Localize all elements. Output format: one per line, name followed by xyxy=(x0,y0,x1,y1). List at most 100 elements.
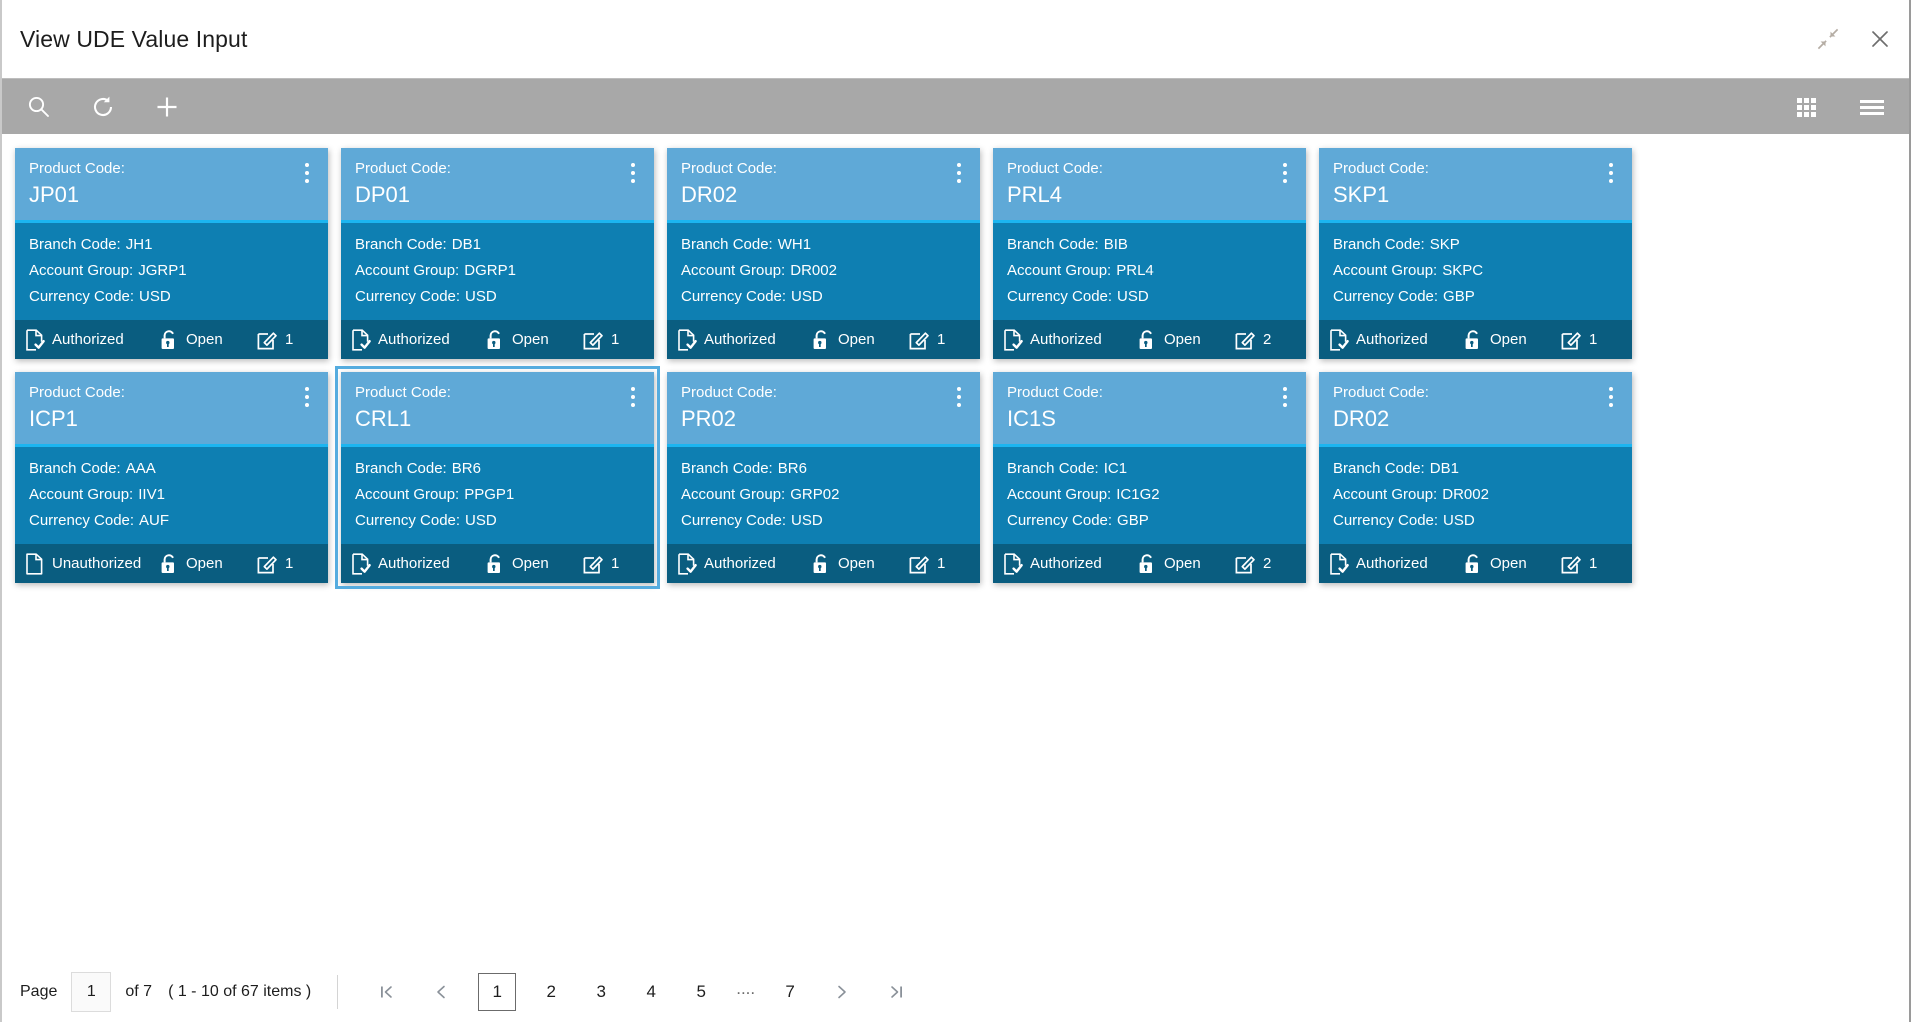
account-group-row: Account Group: PRL4 xyxy=(1007,258,1292,284)
more-options-icon[interactable] xyxy=(1602,385,1620,409)
more-options-icon[interactable] xyxy=(1602,161,1620,185)
record-status[interactable]: Open xyxy=(1463,553,1561,575)
record-status[interactable]: Open xyxy=(1137,329,1235,351)
account-group-row: Account Group: IIV1 xyxy=(29,482,314,508)
authorization-status[interactable]: Authorized xyxy=(677,552,811,575)
page-button-4[interactable]: 4 xyxy=(636,975,666,1009)
modification-number[interactable]: 1 xyxy=(909,329,945,350)
grid-view-icon[interactable] xyxy=(1787,88,1825,126)
more-options-icon[interactable] xyxy=(950,385,968,409)
close-icon[interactable] xyxy=(1865,24,1895,54)
more-options-icon[interactable] xyxy=(298,385,316,409)
card-footer: Unauthorized Open 1 xyxy=(15,544,328,583)
product-card[interactable]: Product Code: CRL1 Branch Code: BR6 Account … xyxy=(335,366,660,589)
branch-code-row: Branch Code: WH1 xyxy=(681,232,966,258)
card-header: Product Code: DR02 xyxy=(667,148,980,223)
page-button-2[interactable]: 2 xyxy=(536,975,566,1009)
modification-number[interactable]: 2 xyxy=(1235,329,1271,350)
authorized-icon xyxy=(1329,328,1349,351)
first-page-icon[interactable] xyxy=(370,975,404,1009)
record-status[interactable]: Open xyxy=(1137,553,1235,575)
authorization-status[interactable]: Authorized xyxy=(1003,552,1137,575)
branch-code-row: Branch Code: BR6 xyxy=(355,456,640,482)
currency-code-row: Currency Code: USD xyxy=(1007,284,1292,310)
refresh-icon[interactable] xyxy=(84,88,122,126)
currency-code-value: USD xyxy=(139,288,171,305)
currency-code-row: Currency Code: GBP xyxy=(1007,508,1292,534)
product-card[interactable]: Product Code: DR02 Branch Code: DB1 Account … xyxy=(1319,372,1632,583)
previous-page-icon[interactable] xyxy=(424,975,458,1009)
vertical-scrollbar[interactable] xyxy=(1906,268,1909,902)
collapse-arrows-icon[interactable] xyxy=(1813,24,1843,54)
modification-number[interactable]: 1 xyxy=(1561,329,1597,350)
record-status[interactable]: Open xyxy=(811,329,909,351)
authorization-status[interactable]: Authorized xyxy=(351,328,485,351)
product-card[interactable]: Product Code: PRL4 Branch Code: BIB Account … xyxy=(993,148,1306,359)
authorization-status-label: Authorized xyxy=(52,331,124,348)
authorization-status[interactable]: Authorized xyxy=(351,552,485,575)
page-button-3[interactable]: 3 xyxy=(586,975,616,1009)
product-code-value: ICP1 xyxy=(29,406,78,431)
modification-number[interactable]: 1 xyxy=(583,553,619,574)
hamburger-menu-icon[interactable] xyxy=(1853,88,1891,126)
record-status[interactable]: Open xyxy=(485,329,583,351)
more-options-icon[interactable] xyxy=(1276,161,1294,185)
currency-code-label: Currency Code: xyxy=(681,288,787,305)
more-options-icon[interactable] xyxy=(624,161,642,185)
authorization-status[interactable]: Unauthorized xyxy=(25,552,159,575)
plus-icon[interactable] xyxy=(148,88,186,126)
product-card[interactable]: Product Code: DR02 Branch Code: WH1 Account … xyxy=(667,148,980,359)
record-status-label: Open xyxy=(1490,555,1527,572)
product-card[interactable]: Product Code: PR02 Branch Code: BR6 Account … xyxy=(667,372,980,583)
record-status[interactable]: Open xyxy=(485,553,583,575)
page-number-input[interactable] xyxy=(71,972,112,1012)
record-status[interactable]: Open xyxy=(1463,329,1561,351)
modification-number[interactable]: 1 xyxy=(257,553,293,574)
last-page-icon[interactable] xyxy=(879,975,913,1009)
product-card[interactable]: Product Code: SKP1 Branch Code: SKP Account … xyxy=(1319,148,1632,359)
record-status[interactable]: Open xyxy=(159,553,257,575)
authorization-status[interactable]: Authorized xyxy=(25,328,159,351)
card-body: Branch Code: DB1 Account Group: DR002 Curren… xyxy=(1319,447,1632,544)
edit-icon xyxy=(583,329,604,350)
page-button-1[interactable]: 1 xyxy=(478,973,517,1011)
modification-number[interactable]: 1 xyxy=(909,553,945,574)
record-status-label: Open xyxy=(512,555,549,572)
pagination-divider xyxy=(337,975,339,1009)
currency-code-row: Currency Code: USD xyxy=(1333,508,1618,534)
next-page-icon[interactable] xyxy=(825,975,859,1009)
product-code-label: Product Code: xyxy=(355,384,451,401)
currency-code-value: USD xyxy=(1443,512,1475,529)
more-options-icon[interactable] xyxy=(950,161,968,185)
authorization-status[interactable]: Authorized xyxy=(1329,552,1463,575)
modification-number[interactable]: 1 xyxy=(257,329,293,350)
record-status-label: Open xyxy=(1164,555,1201,572)
account-group-row: Account Group: GRP02 xyxy=(681,482,966,508)
card-body: Branch Code: BIB Account Group: PRL4 Currenc… xyxy=(993,223,1306,320)
authorization-status[interactable]: Authorized xyxy=(677,328,811,351)
branch-code-row: Branch Code: JH1 xyxy=(29,232,314,258)
record-status[interactable]: Open xyxy=(811,553,909,575)
modification-number[interactable]: 2 xyxy=(1235,553,1271,574)
modification-number[interactable]: 1 xyxy=(583,329,619,350)
authorization-status[interactable]: Authorized xyxy=(1003,328,1137,351)
page-button-5[interactable]: 5 xyxy=(686,975,716,1009)
more-options-icon[interactable] xyxy=(624,385,642,409)
product-card[interactable]: Product Code: DP01 Branch Code: DB1 Account … xyxy=(341,148,654,359)
modification-count-label: 1 xyxy=(937,331,946,348)
more-options-icon[interactable] xyxy=(1276,385,1294,409)
edit-icon xyxy=(1561,553,1582,574)
modification-count-label: 1 xyxy=(611,555,620,572)
product-card[interactable]: Product Code: ICP1 Branch Code: AAA Account … xyxy=(15,372,328,583)
page-button-last[interactable]: 7 xyxy=(775,975,805,1009)
account-group-value: JGRP1 xyxy=(138,262,187,279)
account-group-label: Account Group: xyxy=(681,486,786,503)
product-card[interactable]: Product Code: IC1S Branch Code: IC1 Account … xyxy=(993,372,1306,583)
record-status[interactable]: Open xyxy=(159,329,257,351)
modification-number[interactable]: 1 xyxy=(1561,553,1597,574)
product-card[interactable]: Product Code: JP01 Branch Code: JH1 Account … xyxy=(15,148,328,359)
search-icon[interactable] xyxy=(20,88,58,126)
more-options-icon[interactable] xyxy=(298,161,316,185)
open-padlock-icon xyxy=(1463,329,1483,351)
authorization-status[interactable]: Authorized xyxy=(1329,328,1463,351)
